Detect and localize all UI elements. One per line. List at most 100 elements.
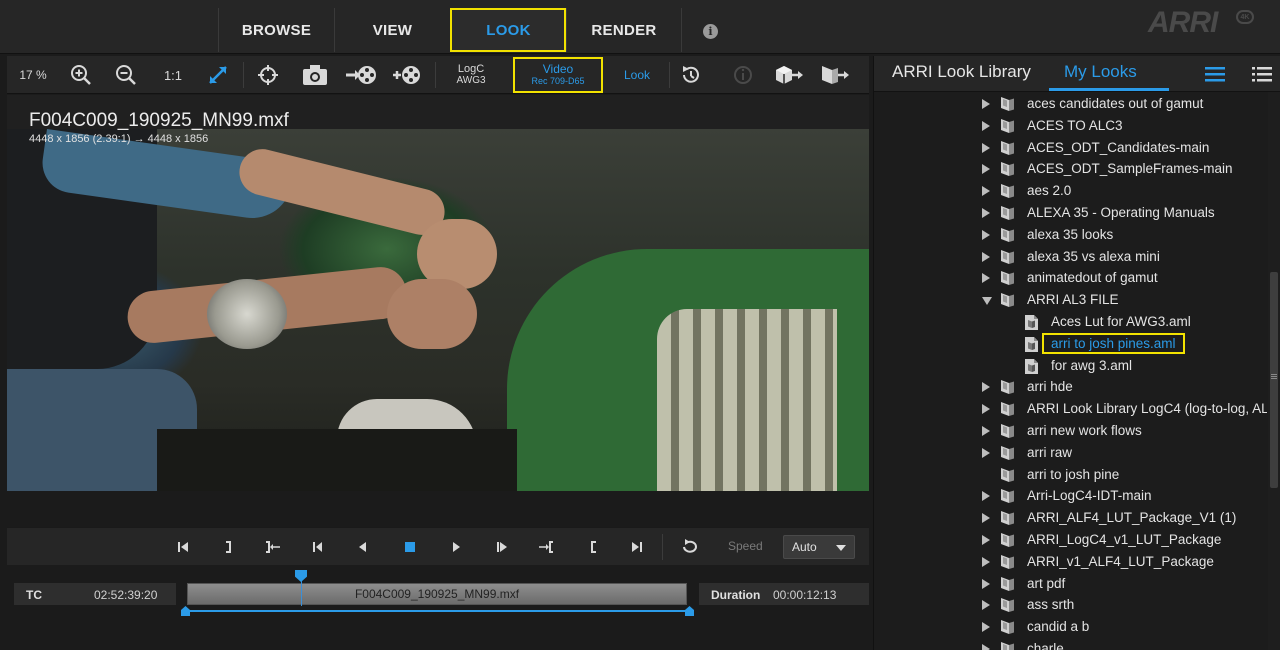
tree-folder-item[interactable]: ARRI_v1_ALF4_LUT_Package <box>874 551 1267 573</box>
zoom-one-to-one-button[interactable]: 1:1 <box>157 56 189 94</box>
in-point-handle[interactable] <box>181 606 190 616</box>
previous-frame-icon[interactable] <box>306 528 330 566</box>
expand-closed-icon[interactable] <box>982 251 990 262</box>
tree-folder-item[interactable]: arri to josh pine <box>874 464 1267 486</box>
expand-closed-icon[interactable] <box>982 578 990 589</box>
export-look-icon[interactable] <box>817 56 853 94</box>
tab-my-looks[interactable]: My Looks <box>1064 62 1137 82</box>
panel-tabs: ARRI Look Library My Looks <box>874 56 1280 92</box>
tab-browse[interactable]: BROWSE <box>218 8 334 52</box>
fit-to-window-icon[interactable] <box>202 56 234 94</box>
tree-item-label: Arri-LogC4-IDT-main <box>1027 488 1152 504</box>
panel-scrollbar[interactable] <box>1268 92 1280 650</box>
playhead-handle[interactable] <box>295 570 307 582</box>
reset-look-icon[interactable] <box>675 56 707 94</box>
play-icon[interactable] <box>444 528 468 566</box>
next-frame-icon[interactable] <box>490 528 514 566</box>
scrollbar-thumb[interactable] <box>1270 272 1278 488</box>
input-colorspace[interactable]: LogC AWG3 <box>445 56 497 94</box>
go-to-end-icon[interactable] <box>625 528 649 566</box>
looks-tree: aces candidates out of gamut ACES TO ALC3… <box>874 92 1267 650</box>
tree-file-item[interactable]: arri to josh pines.aml <box>874 332 1267 355</box>
tree-item-label: ARRI_LogC4_v1_LUT_Package <box>1027 532 1222 547</box>
tree-folder-item[interactable]: arri raw <box>874 442 1267 464</box>
set-in-point-icon[interactable] <box>534 528 558 566</box>
tree-folder-item[interactable]: candid a b <box>874 616 1267 638</box>
expand-closed-icon[interactable] <box>982 447 990 458</box>
tree-folder-item[interactable]: aes 2.0 <box>874 180 1267 202</box>
tree-folder-item[interactable]: charle <box>874 638 1267 650</box>
expand-closed-icon[interactable] <box>982 600 990 611</box>
output-colorspace-target: Rec 709-D65 <box>531 76 585 86</box>
expand-closed-icon[interactable] <box>982 644 990 650</box>
tree-file-item[interactable]: Aces Lut for AWG3.aml <box>874 311 1267 333</box>
export-cube-icon[interactable] <box>771 56 807 94</box>
expand-closed-icon[interactable] <box>982 142 990 153</box>
output-colorspace[interactable]: Video Rec 709-D65 <box>513 57 603 93</box>
expand-closed-icon[interactable] <box>982 99 990 109</box>
expand-closed-icon[interactable] <box>982 273 990 284</box>
loop-icon[interactable] <box>677 528 703 566</box>
expand-closed-icon[interactable] <box>982 491 990 502</box>
tree-folder-item[interactable]: arri new work flows <box>874 420 1267 442</box>
input-colorspace-name: LogC <box>457 63 485 75</box>
out-point-handle[interactable] <box>685 606 694 616</box>
tree-folder-item[interactable]: alexa 35 looks <box>874 224 1267 246</box>
tree-folder-item[interactable]: aces candidates out of gamut <box>874 93 1267 115</box>
tree-folder-item[interactable]: ARRI AL3 FILE <box>874 289 1267 311</box>
expand-closed-icon[interactable] <box>982 186 990 197</box>
expand-closed-icon[interactable] <box>982 622 990 633</box>
go-to-in-point-icon[interactable] <box>216 528 240 566</box>
zoom-in-icon[interactable] <box>65 56 97 94</box>
look-toggle[interactable]: Look <box>613 56 661 94</box>
tree-folder-item[interactable]: art pdf <box>874 573 1267 595</box>
tab-render[interactable]: RENDER <box>566 8 682 52</box>
tree-folder-item[interactable]: ALEXA 35 - Operating Manuals <box>874 202 1267 224</box>
expand-closed-icon[interactable] <box>982 404 990 415</box>
video-frame[interactable] <box>7 129 869 491</box>
tree-file-item[interactable]: for awg 3.aml <box>874 355 1267 377</box>
detail-view-icon[interactable] <box>1251 65 1273 83</box>
go-to-out-point-icon[interactable] <box>582 528 606 566</box>
expand-closed-icon[interactable] <box>982 229 990 240</box>
go-to-start-icon[interactable] <box>171 528 195 566</box>
expand-open-icon[interactable] <box>982 297 992 306</box>
expand-closed-icon[interactable] <box>982 535 990 545</box>
film-add-icon[interactable] <box>391 56 423 94</box>
tree-folder-item[interactable]: arri hde <box>874 376 1267 398</box>
tab-arri-look-library[interactable]: ARRI Look Library <box>892 62 1031 82</box>
expand-closed-icon[interactable] <box>982 513 990 524</box>
tab-look[interactable]: LOOK <box>450 8 566 52</box>
tab-view[interactable]: VIEW <box>334 8 450 52</box>
tree-folder-item[interactable]: Arri-LogC4-IDT-main <box>874 485 1267 507</box>
tree-folder-item[interactable]: ACES_ODT_Candidates-main <box>874 137 1267 159</box>
expand-closed-icon[interactable] <box>982 382 990 393</box>
zoom-out-icon[interactable] <box>110 56 142 94</box>
tree-folder-item[interactable]: ass srth <box>874 594 1267 616</box>
info-icon[interactable]: i <box>703 24 718 39</box>
tree-folder-item[interactable]: ARRI Look Library LogC4 (log-to-log, AL <box>874 398 1267 420</box>
list-view-icon[interactable] <box>1204 65 1226 83</box>
play-reverse-icon[interactable] <box>351 528 375 566</box>
tree-folder-item[interactable]: animatedout of gamut <box>874 267 1267 289</box>
tree-folder-item[interactable]: alexa 35 vs alexa mini <box>874 246 1267 268</box>
expand-closed-icon[interactable] <box>982 208 990 218</box>
tree-folder-item[interactable]: ACES TO ALC3 <box>874 115 1267 137</box>
clip-track[interactable]: F004C009_190925_MN99.mxf <box>187 583 687 605</box>
output-colorspace-name: Video <box>542 62 574 76</box>
expand-closed-icon[interactable] <box>982 556 990 567</box>
tree-item-label: ACES_ODT_SampleFrames-main <box>1027 161 1233 177</box>
tree-folder-item[interactable]: ARRI_ALF4_LUT_Package_V1 (1) <box>874 507 1267 529</box>
expand-closed-icon[interactable] <box>982 164 990 175</box>
camera-icon[interactable] <box>299 56 331 94</box>
expand-closed-icon[interactable] <box>982 426 990 436</box>
image-viewer[interactable]: F004C009_190925_MN99.mxf 4448 x 1856 (2.… <box>7 95 869 491</box>
tree-folder-item[interactable]: ACES_ODT_SampleFrames-main <box>874 158 1267 180</box>
crosshair-icon[interactable] <box>252 56 284 94</box>
set-out-point-icon[interactable] <box>261 528 285 566</box>
film-export-icon[interactable] <box>343 56 379 94</box>
expand-closed-icon[interactable] <box>982 120 990 131</box>
tree-folder-item[interactable]: ARRI_LogC4_v1_LUT_Package <box>874 529 1267 551</box>
stop-icon[interactable] <box>398 528 422 566</box>
speed-dropdown[interactable]: Auto <box>783 535 855 559</box>
